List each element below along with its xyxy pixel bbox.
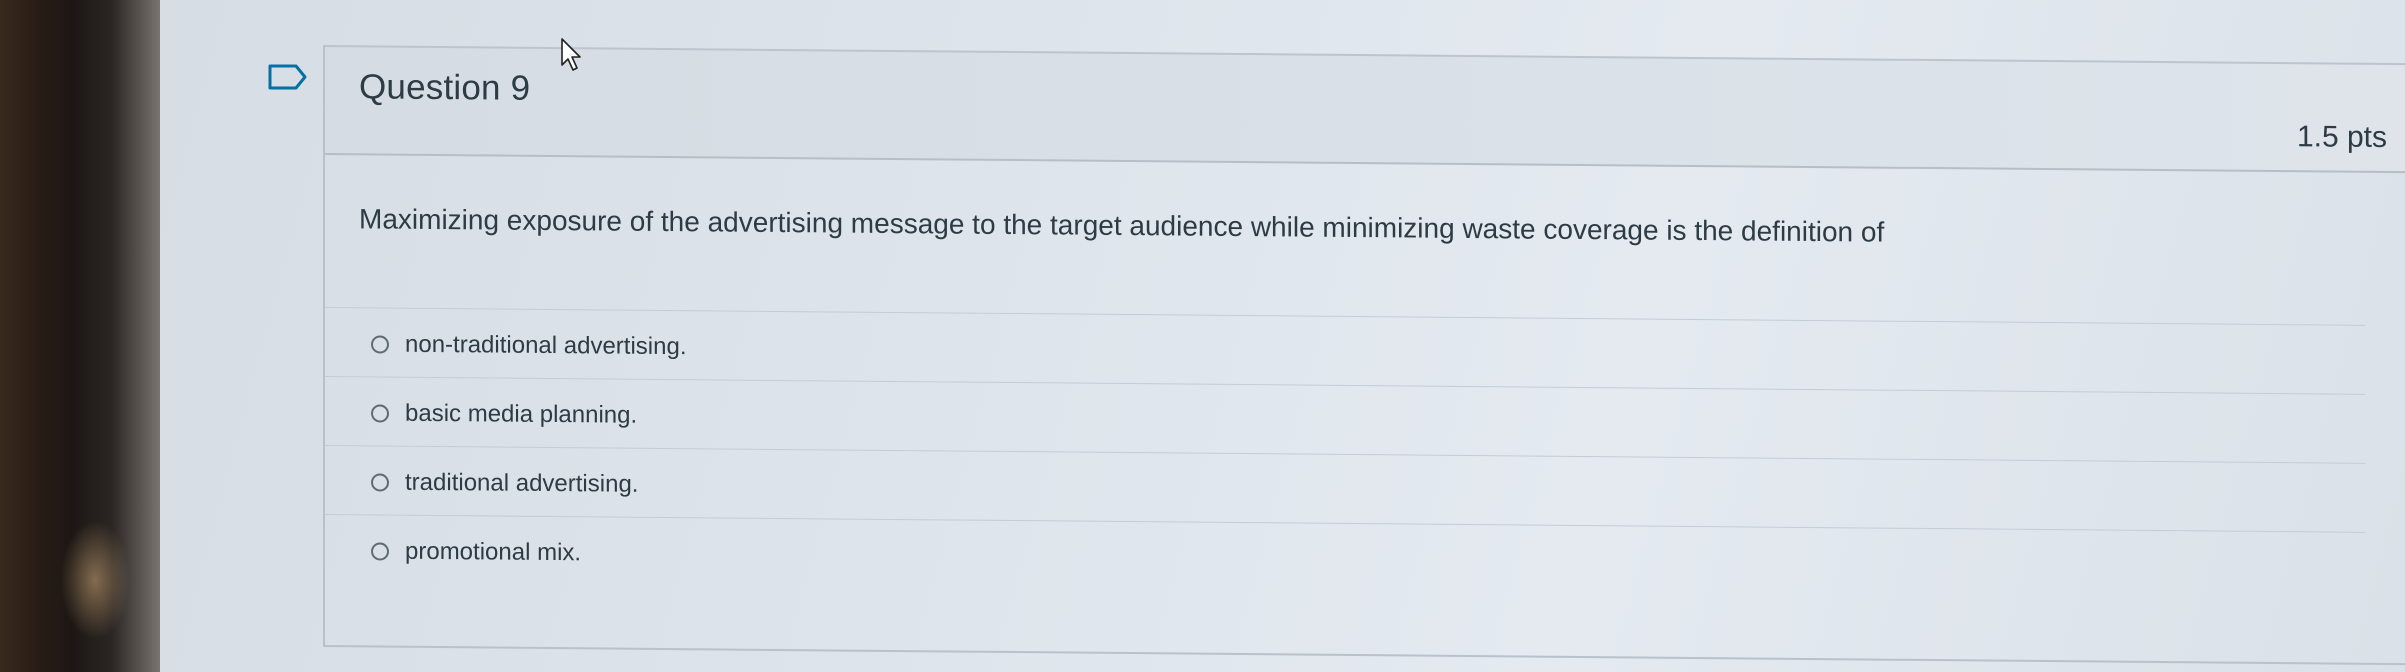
radio-button[interactable] <box>371 335 389 354</box>
answer-label[interactable]: traditional advertising. <box>405 469 638 499</box>
bookmark-flag-icon[interactable] <box>268 64 308 90</box>
question-points: 1.5 pts <box>2296 120 2387 155</box>
question-title: Question 9 <box>359 67 531 108</box>
mouse-pointer-icon <box>561 38 581 71</box>
laptop-bezel <box>0 0 160 672</box>
answer-label[interactable]: basic media planning. <box>405 400 637 430</box>
question-text: Maximizing exposure of the advertising m… <box>359 203 1885 248</box>
bezel-reflection <box>60 520 130 640</box>
radio-button[interactable] <box>371 404 389 423</box>
radio-button[interactable] <box>371 473 389 492</box>
radio-button[interactable] <box>371 542 389 561</box>
question-header: Question 9 1.5 pts <box>325 45 2405 174</box>
answer-label[interactable]: non-traditional advertising. <box>405 331 687 361</box>
question-card: Question 9 1.5 pts Maximizing exposure o… <box>323 45 2405 666</box>
answer-label[interactable]: promotional mix. <box>405 538 581 568</box>
answer-list: non-traditional advertising. basic media… <box>325 307 2365 601</box>
